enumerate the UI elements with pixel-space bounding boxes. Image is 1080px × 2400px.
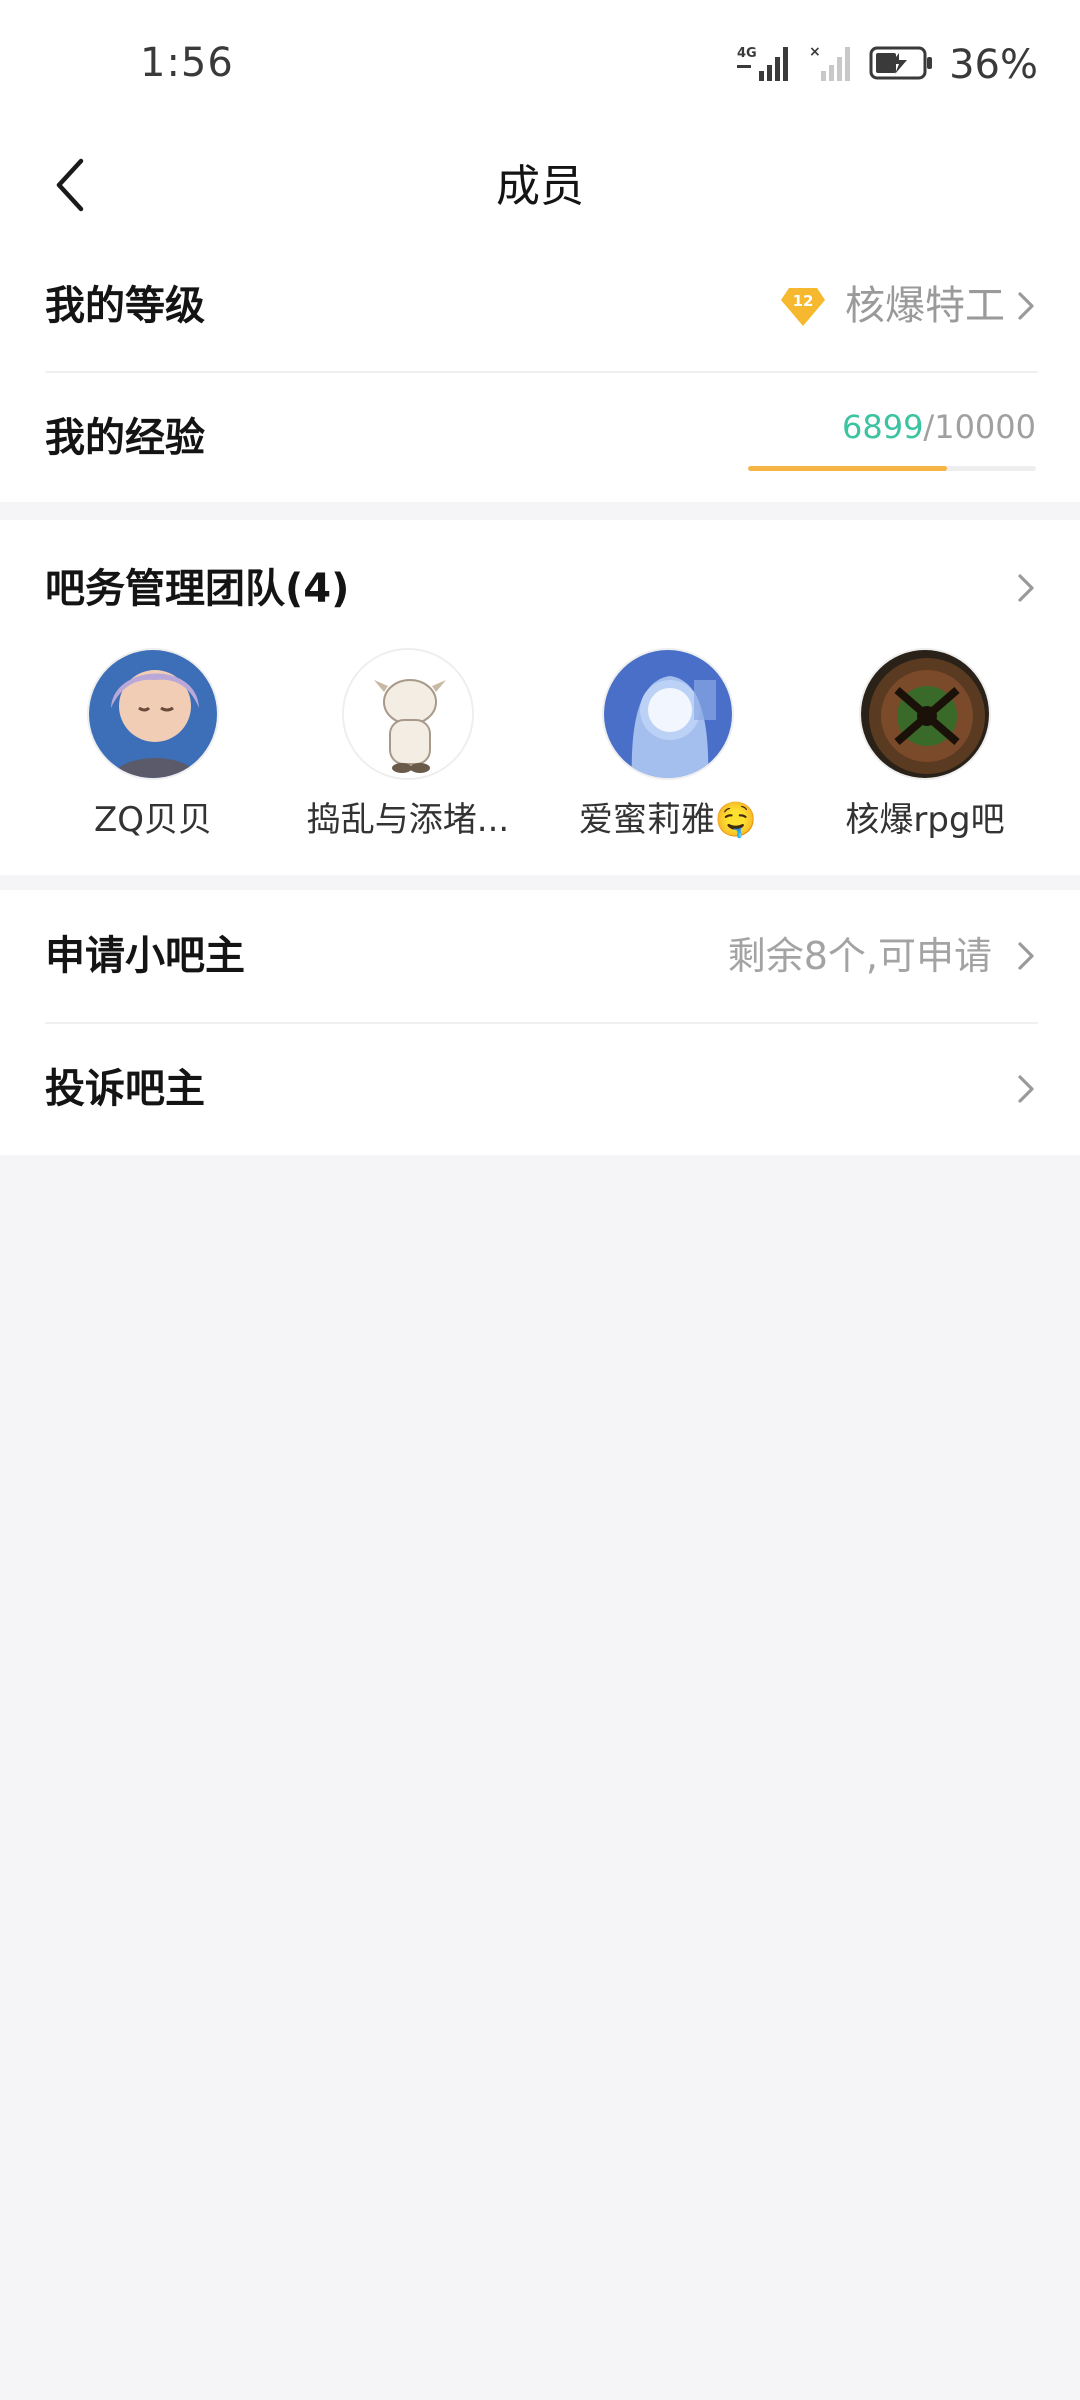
avatar: [87, 648, 219, 780]
complain-owner-label: 投诉吧主: [45, 1066, 205, 1112]
chevron-right-icon: [1012, 1071, 1040, 1107]
svg-text:4G: 4G: [737, 46, 757, 61]
top-nav-bar: 成员: [0, 130, 1080, 240]
actions-section: 申请小吧主 剩余8个,可申请 投诉吧主: [0, 890, 1080, 1155]
battery-icon: [869, 45, 935, 85]
member-name: 捣乱与添堵...: [306, 800, 510, 840]
complain-owner-row[interactable]: 投诉吧主: [0, 1023, 1080, 1155]
my-status-section: 我的等级 12 核爆特工 我的经验 6899/10000: [0, 240, 1080, 502]
exp-total: /10000: [923, 408, 1036, 446]
svg-text:12: 12: [793, 292, 814, 310]
exp-progress-fill: [748, 466, 947, 471]
level-name: 核爆特工: [845, 283, 1005, 329]
admin-team-section[interactable]: 吧务管理团队(4) ZQ贝贝 捣乱与添堵... 爱蜜莉雅🤤 核爆rpg吧: [0, 520, 1080, 875]
chevron-right-icon: [1012, 288, 1040, 324]
my-exp-label: 我的经验: [45, 415, 205, 461]
my-level-row[interactable]: 我的等级 12 核爆特工: [0, 240, 1080, 372]
level-badge-icon: 12: [781, 284, 825, 328]
apply-assistant-row[interactable]: 申请小吧主 剩余8个,可申请: [0, 890, 1080, 1022]
exp-current: 6899: [841, 408, 924, 446]
my-exp-row: 我的经验 6899/10000: [0, 372, 1080, 504]
member-item[interactable]: 核爆rpg吧: [810, 648, 1040, 841]
member-item[interactable]: 爱蜜莉雅🤤: [553, 648, 783, 841]
admin-team-title: 吧务管理团队(4): [45, 566, 350, 612]
exp-value: 6899/10000: [842, 408, 1036, 446]
status-bar: 1:56 4G × 36%: [0, 0, 1080, 130]
apply-assistant-label: 申请小吧主: [45, 933, 245, 979]
admin-members-list: ZQ贝贝 捣乱与添堵... 爱蜜莉雅🤤 核爆rpg吧: [0, 648, 1080, 848]
apply-assistant-status: 剩余8个,可申请: [727, 934, 992, 978]
status-time: 1:56: [140, 40, 234, 86]
chevron-right-icon: [1012, 570, 1040, 606]
member-name: 核爆rpg吧: [845, 800, 1005, 840]
signal-no-service-icon: ×: [809, 43, 855, 87]
my-level-label: 我的等级: [45, 283, 205, 329]
battery-percent: 36%: [949, 42, 1038, 88]
avatar: [859, 648, 991, 780]
member-item[interactable]: 捣乱与添堵...: [293, 648, 523, 841]
signal-4g-icon: 4G: [737, 43, 795, 87]
exp-progress-bar: [748, 466, 1036, 471]
member-item[interactable]: ZQ贝贝: [38, 648, 268, 841]
avatar: [602, 648, 734, 780]
status-icons: 4G × 36%: [737, 40, 1038, 90]
members-page: 1:56 4G × 36% 成员 我的等级 12 核爆特工 我的经验 6899/…: [0, 0, 1080, 2400]
page-title: 成员: [496, 161, 584, 212]
svg-text:×: ×: [809, 44, 821, 60]
chevron-right-icon: [1012, 938, 1040, 974]
member-name: ZQ贝贝: [93, 800, 213, 840]
member-name: 爱蜜莉雅🤤: [578, 800, 758, 840]
avatar: [342, 648, 474, 780]
